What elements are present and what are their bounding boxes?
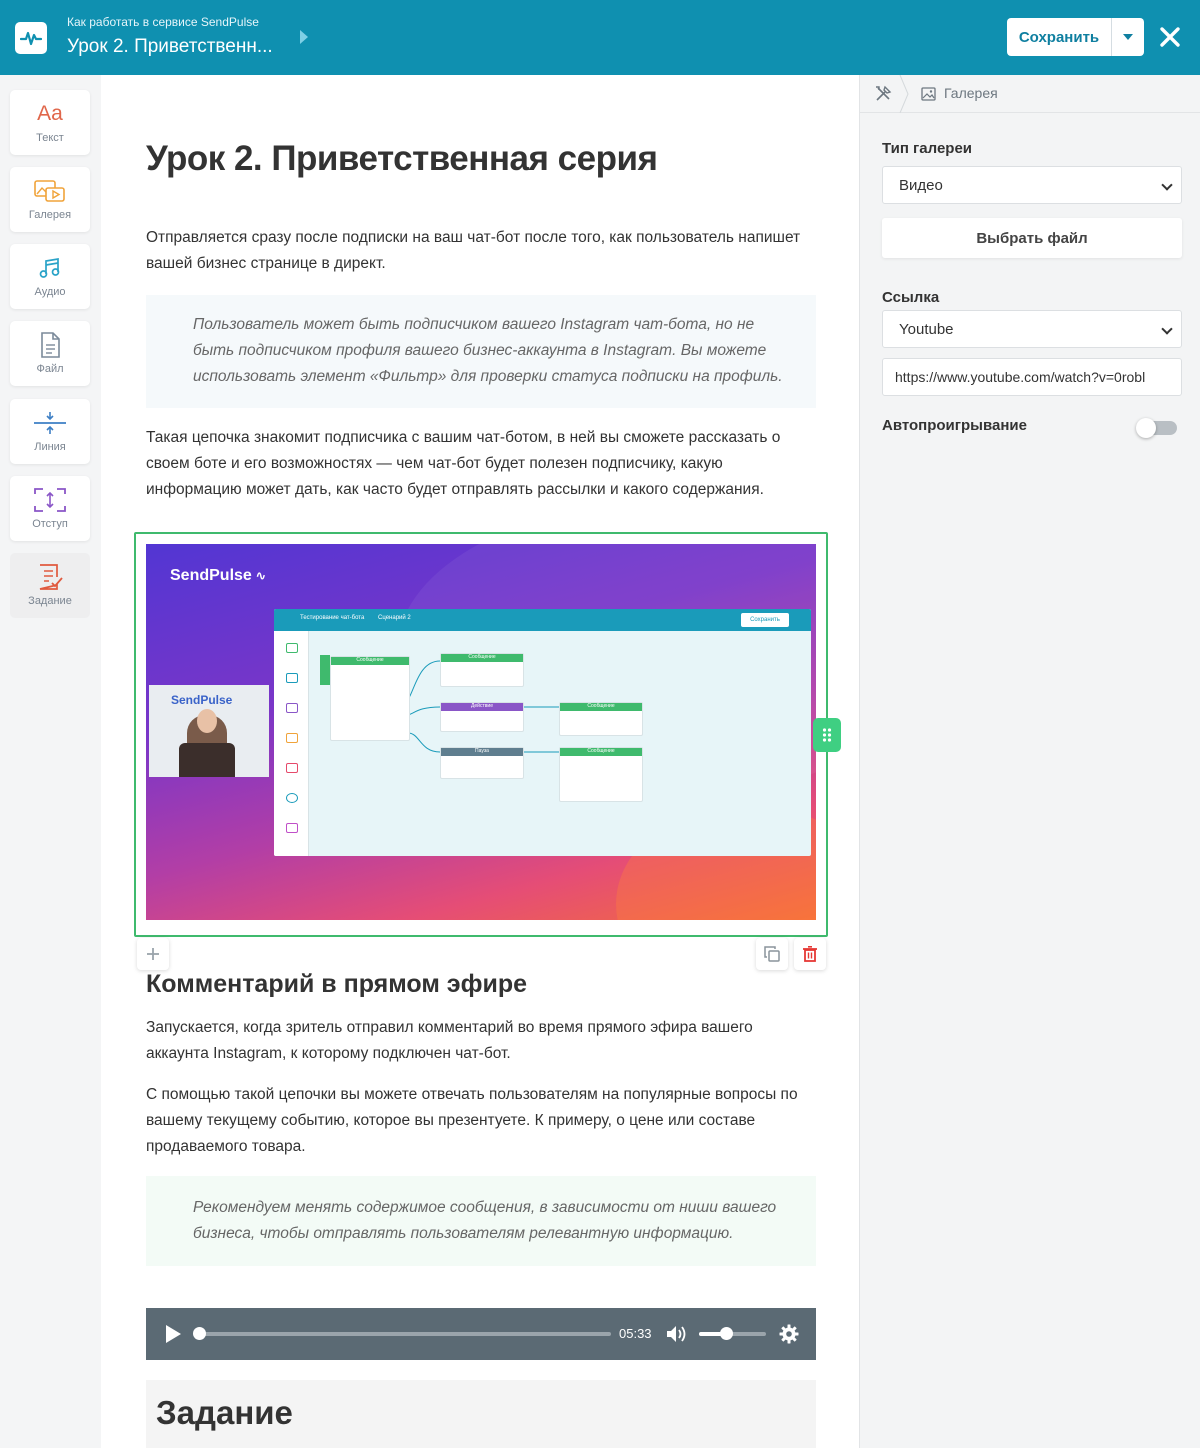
gallery-type-label: Тип галереи <box>882 140 973 157</box>
gallery-icon <box>34 180 65 202</box>
info-quote-text: Пользователь может быть подписчиком ваше… <box>193 316 783 385</box>
link-label: Ссылка <box>882 289 940 306</box>
save-dropdown-button[interactable] <box>1112 18 1144 56</box>
section-title[interactable]: Комментарий в прямом эфире <box>146 970 527 999</box>
course-title[interactable]: Как работать в сервисе SendPulse <box>67 15 259 29</box>
task-block[interactable]: Задание <box>146 1380 816 1448</box>
link-source-select[interactable]: Youtube <box>882 310 1182 348</box>
tool-label: Галерея <box>28 209 72 221</box>
tool-label: Аудио <box>34 286 66 298</box>
tools-icon[interactable] <box>874 85 892 103</box>
video-brand-logo: SendPulse ∿ <box>170 567 267 584</box>
tool-label: Файл <box>36 363 64 375</box>
toggle-knob <box>1136 418 1156 438</box>
lesson-editor: Урок 2. Приветственная серия Отправляетс… <box>101 75 859 1448</box>
close-icon[interactable] <box>1157 24 1183 50</box>
image-icon <box>921 87 936 101</box>
sendpulse-logo-icon[interactable] <box>15 22 47 54</box>
copy-icon <box>764 946 780 962</box>
live-comment-paragraph[interactable]: Запускается, когда зритель отправил комм… <box>146 1015 816 1067</box>
breadcrumb-separator <box>899 75 909 113</box>
lesson-title: Урок 2. Приветственн... <box>67 36 273 57</box>
tool-label: Отступ <box>32 518 68 530</box>
task-title: Задание <box>156 1394 293 1431</box>
plus-icon <box>147 948 159 960</box>
music-note-icon <box>39 257 60 278</box>
settings-panel: Галерея Тип галереи Видео Выбрать файл С… <box>859 75 1200 1448</box>
page-title[interactable]: Урок 2. Приветственная серия <box>146 139 658 179</box>
recommendation-quote-text: Рекомендуем менять содержимое сообщения,… <box>193 1199 777 1242</box>
tool-label: Линия <box>34 441 66 453</box>
panel-breadcrumb: Галерея <box>860 75 1200 113</box>
intro-paragraph[interactable]: Отправляется сразу после подписки на ваш… <box>146 225 816 277</box>
tool-label: Задание <box>28 595 72 607</box>
webcam-overlay: SendPulse <box>149 685 269 777</box>
tool-spacing[interactable]: Отступ <box>10 476 90 541</box>
task-icon <box>39 564 63 590</box>
app-screenshot: Тестирование чат-бота Сценарий 2 Сохрани… <box>274 609 811 856</box>
play-icon[interactable] <box>160 1322 184 1346</box>
audio-player: 05:33 <box>146 1308 816 1360</box>
save-button-group: Сохранить <box>1007 18 1144 56</box>
volume-icon[interactable] <box>666 1324 688 1344</box>
questions-paragraph[interactable]: С помощью такой цепочки вы можете отвеча… <box>146 1082 816 1160</box>
autoplay-label: Автопроигрывание <box>882 417 1027 434</box>
breadcrumb-gallery: Галерея <box>944 85 998 101</box>
autoplay-toggle[interactable] <box>1136 418 1177 438</box>
tool-label: Текст <box>36 132 64 144</box>
recommendation-quote[interactable]: Рекомендуем менять содержимое сообщения,… <box>146 1176 816 1266</box>
caret-down-icon <box>1123 34 1133 40</box>
text-icon: Aa <box>37 102 63 125</box>
save-button[interactable]: Сохранить <box>1007 18 1112 56</box>
tool-text[interactable]: Aa Текст <box>10 90 90 155</box>
blocks-toolbar: Aa Текст Галерея Аудио Файл Линия Отступ <box>0 75 101 1448</box>
gear-icon[interactable] <box>779 1324 799 1344</box>
file-icon <box>41 332 60 358</box>
gallery-type-value: Видео <box>899 176 943 194</box>
audio-progress-thumb[interactable] <box>193 1327 206 1340</box>
info-quote[interactable]: Пользователь может быть подписчиком ваше… <box>146 295 816 408</box>
line-divider-icon <box>34 412 66 434</box>
link-source-value: Youtube <box>899 320 954 338</box>
choose-file-button[interactable]: Выбрать файл <box>882 218 1182 258</box>
duplicate-block-button[interactable] <box>756 938 788 970</box>
volume-thumb[interactable] <box>719 1327 733 1340</box>
video-preview[interactable]: SendPulse ∿ SendPulse Тестирование чат-б… <box>146 544 816 920</box>
tool-file[interactable]: Файл <box>10 321 90 386</box>
chevron-down-icon <box>1161 323 1173 335</box>
add-block-button[interactable] <box>137 938 169 970</box>
tool-gallery[interactable]: Галерея <box>10 167 90 232</box>
trash-icon <box>803 946 817 962</box>
drag-handle-icon[interactable] <box>813 718 841 752</box>
app-header: Как работать в сервисе SendPulse Урок 2.… <box>0 0 1200 75</box>
audio-progress-track[interactable] <box>199 1332 611 1336</box>
gallery-type-select[interactable]: Видео <box>882 166 1182 204</box>
tool-line[interactable]: Линия <box>10 399 90 464</box>
delete-block-button[interactable] <box>794 938 826 970</box>
chain-paragraph[interactable]: Такая цепочка знакомит подписчика с ваши… <box>146 425 816 503</box>
video-url-input[interactable]: https://www.youtube.com/watch?v=0robl <box>882 358 1182 396</box>
tool-audio[interactable]: Аудио <box>10 244 90 309</box>
audio-time: 05:33 <box>619 1326 652 1341</box>
chevron-down-icon <box>1161 179 1173 191</box>
tool-task[interactable]: Задание <box>10 553 90 618</box>
caret-right-icon <box>300 30 308 44</box>
spacing-icon <box>34 488 66 512</box>
